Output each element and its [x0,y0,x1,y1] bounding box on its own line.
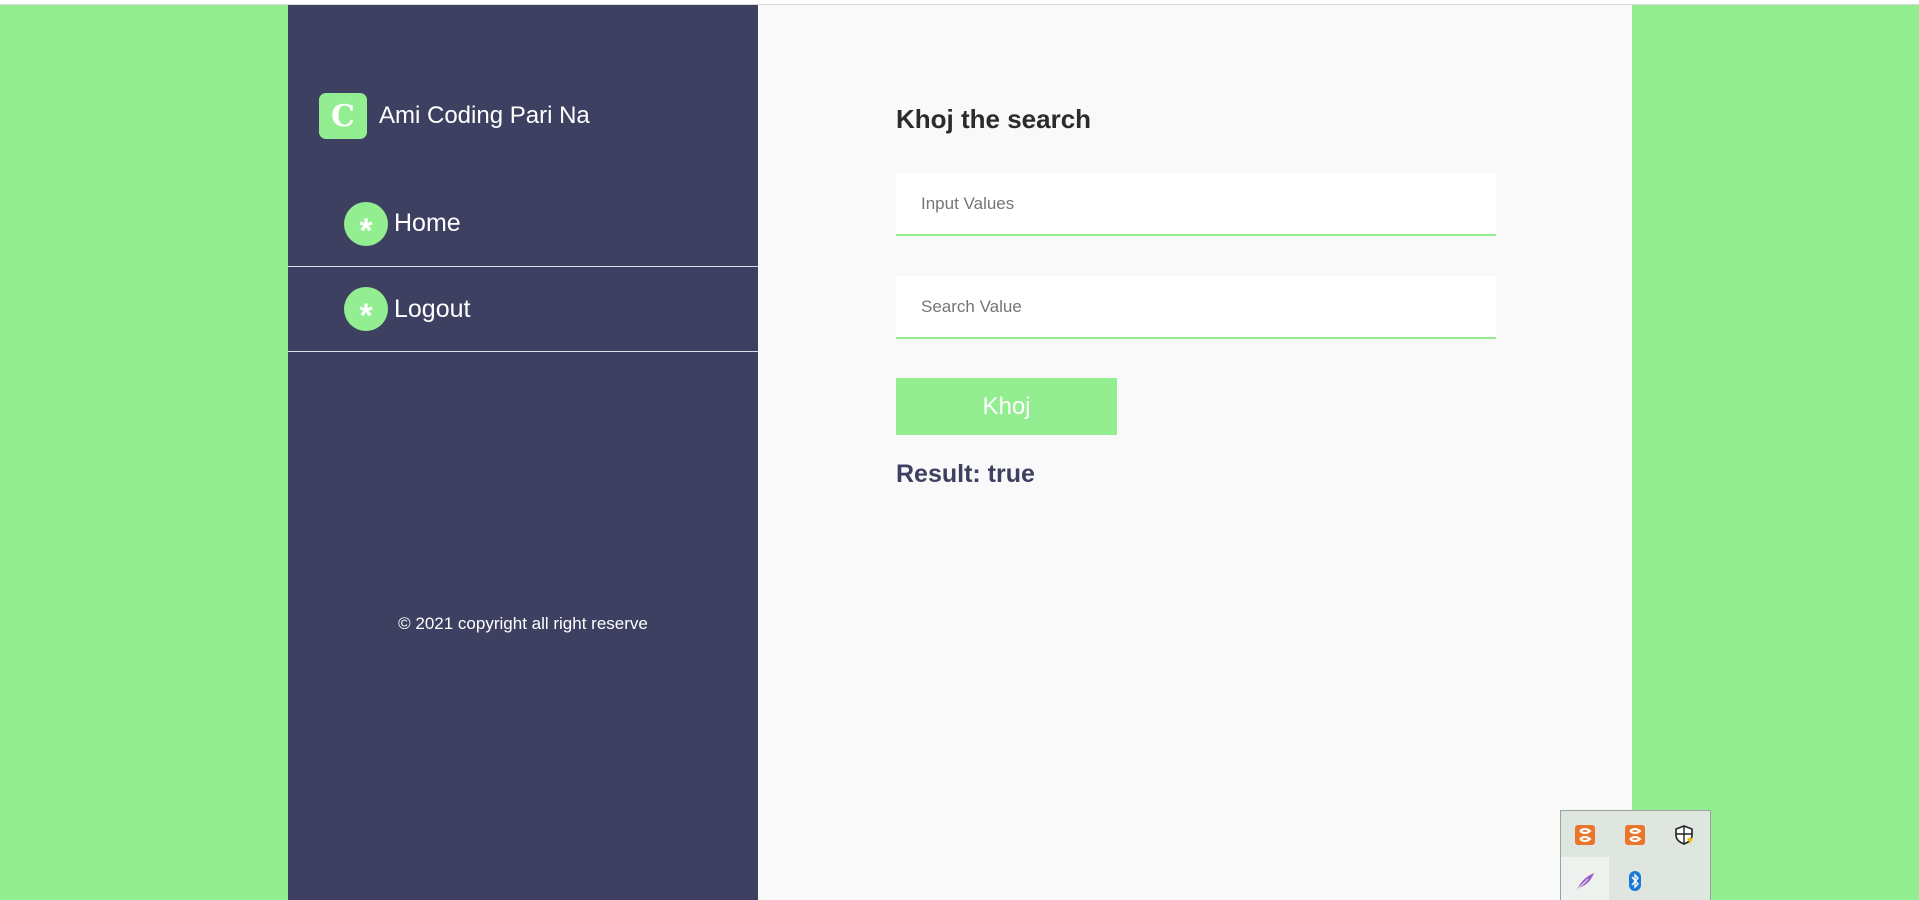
xampp-icon[interactable] [1623,823,1647,847]
sidebar-item-logout[interactable]: * Logout [288,267,758,352]
bluetooth-icon[interactable] [1623,869,1647,893]
asterisk-bullet-icon: * [344,287,388,335]
brand[interactable]: C Ami Coding Pari Na [319,93,590,139]
copyright-text: © 2021 copyright all right reserve [398,614,648,633]
xampp-icon[interactable] [1573,823,1597,847]
sidebar-item-home[interactable]: * Home [288,181,758,267]
asterisk-bullet-icon: * [344,201,388,250]
bullet-glyph: * [359,211,373,250]
khoj-button[interactable]: Khoj [896,378,1117,435]
result-text: Result: true [896,460,1035,488]
input-values-field[interactable] [896,173,1496,236]
brand-name: Ami Coding Pari Na [379,102,590,129]
sidebar: C Ami Coding Pari Na * Home * Logout © 2… [288,5,758,900]
system-tray-overflow [1560,810,1711,900]
main-panel: Khoj the search Khoj Result: true [758,5,1632,900]
feather-icon[interactable] [1561,857,1609,900]
search-value-field[interactable] [896,276,1496,339]
page-background: C Ami Coding Pari Na * Home * Logout © 2… [0,5,1919,900]
sidebar-item-label: Home [394,209,461,237]
sidebar-item-label: Logout [394,294,471,323]
page-title: Khoj the search [896,104,1092,134]
bullet-glyph: * [359,297,373,335]
brand-logo-icon: C [319,93,367,139]
sidebar-nav: * Home * Logout [288,181,758,352]
security-shield-icon[interactable] [1672,823,1696,847]
